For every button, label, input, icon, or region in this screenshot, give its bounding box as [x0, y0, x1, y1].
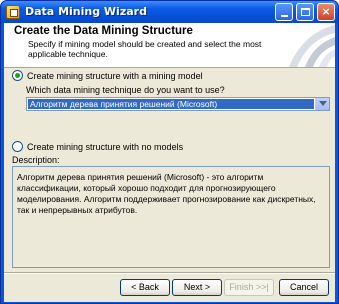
header-swoosh-graphic: [289, 25, 335, 67]
cancel-button[interactable]: Cancel: [279, 279, 329, 296]
no-models-radio[interactable]: [12, 141, 23, 152]
minimize-button[interactable]: [275, 3, 293, 21]
description-text: Алгоритм дерева принятия решений (Micros…: [12, 166, 330, 268]
close-button[interactable]: ×: [317, 3, 335, 21]
maximize-icon: [301, 8, 310, 16]
finish-button[interactable]: Finish >>|: [224, 279, 274, 296]
footer-divider: [4, 272, 335, 274]
maximize-button[interactable]: [296, 3, 314, 21]
wizard-window: Data Mining Wizard × Create the Data Min…: [0, 0, 339, 304]
window-title: Data Mining Wizard: [25, 5, 147, 18]
wizard-app-icon: [6, 5, 20, 19]
no-models-label: Create mining structure with no models: [27, 141, 184, 152]
next-button[interactable]: Next >: [172, 279, 222, 296]
technique-selected-value: Алгоритм дерева принятия решений (Micros…: [28, 99, 314, 109]
page-subtitle: Specify if mining model should be create…: [28, 39, 262, 59]
description-label: Description:: [12, 155, 60, 165]
minimize-icon: [281, 15, 288, 17]
back-button[interactable]: < Back: [120, 279, 170, 296]
technique-select[interactable]: Алгоритм дерева принятия решений (Micros…: [26, 97, 330, 111]
option-with-model[interactable]: Create mining structure with a mining mo…: [12, 70, 203, 81]
page-title: Create the Data Mining Structure: [14, 25, 193, 37]
wizard-header: Create the Data Mining Structure Specify…: [4, 23, 335, 68]
technique-question-label: Which data mining technique do you want …: [26, 85, 225, 95]
with-model-radio[interactable]: [12, 70, 23, 81]
title-bar[interactable]: Data Mining Wizard ×: [1, 1, 338, 23]
with-model-label: Create mining structure with a mining mo…: [27, 70, 203, 81]
chevron-down-icon[interactable]: [315, 98, 329, 110]
wizard-body: Create the Data Mining Structure Specify…: [4, 23, 335, 302]
option-no-models[interactable]: Create mining structure with no models: [12, 141, 183, 152]
close-icon: ×: [321, 5, 331, 18]
